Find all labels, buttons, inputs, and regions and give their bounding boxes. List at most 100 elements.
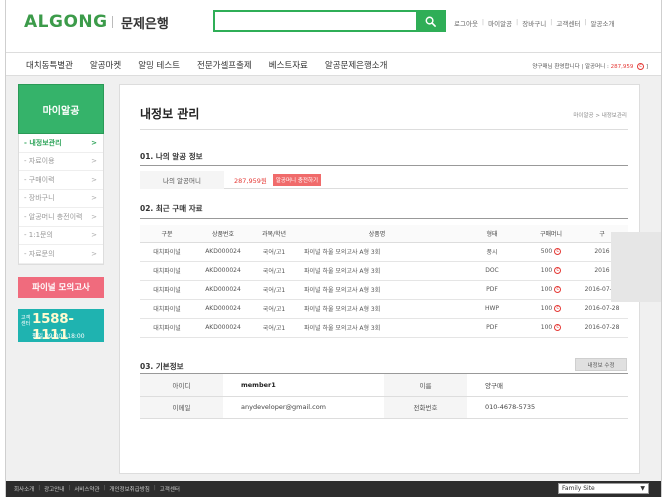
sidebar-item-my-info[interactable]: - 내정보관리 >: [19, 134, 103, 153]
search-box: [213, 10, 446, 32]
footer-link-company[interactable]: 회사소개: [14, 485, 34, 493]
cell-price: 100 c: [526, 261, 576, 281]
logo-divider: [112, 16, 113, 28]
search-button[interactable]: [416, 12, 444, 30]
coin-icon: c: [554, 267, 562, 274]
chevron-right-icon: >: [91, 157, 97, 166]
section-basic-info-title: 03. 기본정보: [140, 362, 184, 371]
section-my-info-title: 01. 나의 알공 정보: [140, 152, 203, 161]
cell-format: 풍시: [458, 242, 526, 262]
title-divider: [140, 129, 628, 130]
cell-name[interactable]: 파이널 하울 모의고사 A형 3회: [296, 261, 458, 281]
footer-link-terms[interactable]: 서비스약관: [74, 485, 99, 493]
cell-price: 500 c: [526, 242, 576, 262]
logo-o-glyph: O: [63, 12, 79, 32]
nav-item-intro[interactable]: 알공문제은행소개: [325, 59, 388, 71]
sidebar-item-material-inquiry[interactable]: - 자료문의 >: [19, 245, 103, 264]
info-row: 아이디 member1 이름 양구매: [140, 374, 628, 397]
cell-name[interactable]: 파이널 하울 모의고사 A형 3회: [296, 280, 458, 300]
table-row[interactable]: 대치파이널 AKD000024 국어/고1 파이널 하울 모의고사 A형 3회 …: [140, 242, 628, 262]
table-row[interactable]: 대치파이널 AKD000024 국어/고1 파이널 하울 모의고사 A형 3회 …: [140, 280, 628, 300]
sidebar-item-purchase-history[interactable]: - 구매이력 >: [19, 171, 103, 190]
money-row: 나의 알공머니 287,959원 알공머니 충전하기: [140, 170, 628, 189]
nav-item-best[interactable]: 베스트자료: [269, 59, 308, 71]
page-frame: ALGONG 문제은행 로그아웃 | 마이알공 | 장바구니 | 고객센터 | 알공소개…: [5, 0, 662, 497]
cell-price: 100 c: [526, 318, 576, 338]
footer-link-privacy[interactable]: 개인정보취급방침: [109, 485, 149, 493]
header: ALGONG 문제은행 로그아웃 | 마이알공 | 장바구니 | 고객센터 | 알공소개: [6, 0, 661, 52]
charge-money-button[interactable]: 알공머니 충전하기: [272, 173, 322, 186]
section-divider: [140, 165, 628, 166]
overlay-panel: [611, 232, 661, 302]
footer-link-ads[interactable]: 광고안내: [44, 485, 64, 493]
purchases-table: 구분 상품번호 과목/학년 상품명 형태 구매머니 구 대치파이널 AKD000…: [140, 225, 628, 338]
sidebar-item-cart[interactable]: - 장바구니 >: [19, 190, 103, 208]
chevron-right-icon: >: [91, 231, 97, 240]
cell-name[interactable]: 파이널 하울 모의고사 A형 3회: [296, 242, 458, 262]
col-header-format: 형태: [458, 225, 526, 243]
coin-icon: c: [554, 286, 562, 293]
cell-type: 대치파이널: [140, 242, 194, 262]
col-header-code: 상품번호: [194, 225, 252, 243]
nav-item-test[interactable]: 알밍 테스트: [138, 59, 180, 71]
customer-center-banner[interactable]: 고객센터 1588-1111 평일 09:00~18:00: [18, 308, 104, 343]
table-row[interactable]: 대치파이널 AKD000024 국어/고1 파이널 하울 모의고사 A형 3회 …: [140, 318, 628, 338]
cell-type: 대치파이널: [140, 280, 194, 300]
family-site-select[interactable]: Family Site ▼: [558, 483, 649, 494]
cell-format: DOC: [458, 261, 526, 281]
search-icon: [425, 16, 436, 27]
search-input[interactable]: [215, 12, 416, 30]
logo[interactable]: ALGONG: [24, 12, 108, 32]
cell-subject: 국어/고1: [252, 299, 296, 319]
nav-item-expert[interactable]: 전문가셀프출제: [197, 59, 252, 71]
page-title: 내정보 관리: [140, 107, 200, 121]
table-row[interactable]: 대치파이널 AKD000024 국어/고1 파이널 하울 모의고사 A형 3회 …: [140, 261, 628, 281]
nav-item-market[interactable]: 알공마켓: [90, 59, 121, 71]
main-nav: 대치동특별관 알공마켓 알밍 테스트 전문가셀프출제 베스트자료 알공문제은행소…: [6, 52, 661, 76]
cell-code: AKD000024: [194, 280, 252, 300]
col-header-price: 구매머니: [526, 225, 576, 243]
final-mock-exam-banner[interactable]: 파이널 모의고사: [18, 276, 104, 298]
cell-name[interactable]: 파이널 하울 모의고사 A형 3회: [296, 318, 458, 338]
sidebar-title: 마이알공: [18, 84, 104, 134]
sidebar-item-charge-history[interactable]: - 알공머니 충전이력 >: [19, 208, 103, 227]
money-value: 287,959원: [234, 176, 267, 185]
edit-info-button[interactable]: 내정보 수정: [575, 358, 627, 371]
chevron-right-icon: >: [91, 249, 97, 258]
my-page-link[interactable]: 마이알공: [488, 18, 512, 28]
cell-format: HWP: [458, 299, 526, 319]
sidebar: 마이알공 - 내정보관리 > - 자료이용 > - 구매이력 > - 장바구니 > - …: [18, 84, 104, 343]
cart-link[interactable]: 장바구니: [522, 18, 546, 28]
coin-icon: c: [554, 248, 562, 255]
nav-item-daechi[interactable]: 대치동특별관: [26, 59, 73, 71]
customer-center-link[interactable]: 고객센터: [556, 18, 580, 28]
table-header-row: 구분 상품번호 과목/학년 상품명 형태 구매머니 구: [140, 225, 628, 243]
sidebar-item-usage[interactable]: - 자료이용 >: [19, 153, 103, 171]
cell-name[interactable]: 파이널 하울 모의고사 A형 3회: [296, 299, 458, 319]
cell-type: 대치파이널: [140, 299, 194, 319]
logout-link[interactable]: 로그아웃: [454, 18, 478, 28]
about-link[interactable]: 알공소개: [591, 18, 615, 28]
cell-type: 대치파이널: [140, 261, 194, 281]
table-row[interactable]: 대치파이널 AKD000024 국어/고1 파이널 하울 모의고사 A형 3회 …: [140, 299, 628, 319]
cell-code: AKD000024: [194, 299, 252, 319]
chevron-right-icon: >: [91, 194, 97, 203]
cell-type: 대치파이널: [140, 318, 194, 338]
utility-links: 로그아웃 | 마이알공 | 장바구니 | 고객센터 | 알공소개: [454, 18, 615, 28]
info-row: 이메일 anydeveloper@gmail.com 전화번호 010-4678…: [140, 396, 628, 419]
cell-code: AKD000024: [194, 242, 252, 262]
sidebar-menu: - 내정보관리 > - 자료이용 > - 구매이력 > - 장바구니 > - 알공머니 …: [18, 134, 104, 265]
section-divider: [140, 218, 628, 219]
money-label: 나의 알공머니: [140, 170, 224, 189]
cell-format: PDF: [458, 318, 526, 338]
name-label: 이름: [384, 374, 467, 397]
footer-link-support[interactable]: 고객센터: [160, 485, 180, 493]
cell-price: 100 c: [526, 280, 576, 300]
col-header-subject: 과목/학년: [252, 225, 296, 243]
footer: 회사소개 | 광고안내 | 서비스약관 | 개인정보취급방침 | 고객센터 Family…: [6, 481, 661, 497]
user-money: 287,959: [610, 64, 634, 70]
cell-price: 100 c: [526, 299, 576, 319]
sidebar-item-inquiry[interactable]: - 1:1문의 >: [19, 227, 103, 245]
coin-icon: c: [554, 324, 562, 331]
chevron-right-icon: >: [91, 175, 97, 184]
